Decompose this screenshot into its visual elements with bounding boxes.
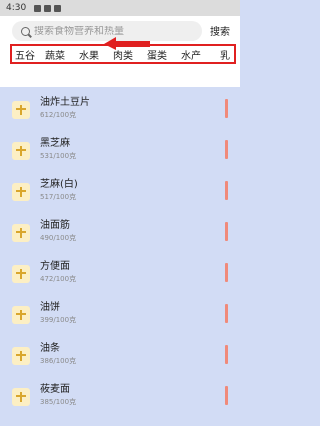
calorie-bar bbox=[225, 345, 228, 364]
list-item[interactable]: 芝麻(白) 517/100克 bbox=[0, 169, 240, 210]
food-icon bbox=[12, 142, 30, 160]
list-item[interactable]: 黑芝麻 531/100克 bbox=[0, 128, 240, 169]
calorie-bar bbox=[225, 140, 228, 159]
tab-eggs[interactable]: 蛋类 bbox=[140, 47, 174, 62]
food-calories: 531/100克 bbox=[40, 152, 77, 160]
food-icon bbox=[12, 306, 30, 324]
list-item[interactable]: 油炸土豆片 612/100克 bbox=[0, 87, 240, 128]
food-name: 油条 bbox=[40, 343, 60, 354]
tab-vegetables[interactable]: 蔬菜 bbox=[38, 47, 72, 62]
tab-meat[interactable]: 肉类 bbox=[106, 47, 140, 62]
food-icon bbox=[12, 183, 30, 201]
status-bar: 4:30 bbox=[0, 0, 240, 16]
list-item[interactable]: 方便面 472/100克 bbox=[0, 251, 240, 292]
tab-seafood[interactable]: 水产 bbox=[174, 47, 208, 62]
category-tabs: 五谷 蔬菜 水果 肉类 蛋类 水产 乳 bbox=[10, 44, 236, 64]
notification-icon bbox=[54, 4, 62, 12]
food-calories: 612/100克 bbox=[40, 111, 77, 119]
search-icon bbox=[21, 26, 30, 36]
food-calories: 517/100克 bbox=[40, 193, 77, 201]
food-name: 油炸土豆片 bbox=[40, 97, 90, 108]
list-item[interactable]: 莜麦面 385/100克 bbox=[0, 374, 240, 415]
food-calories: 490/100克 bbox=[40, 234, 77, 242]
food-icon bbox=[12, 347, 30, 365]
search-input[interactable] bbox=[34, 25, 194, 37]
tab-fruits[interactable]: 水果 bbox=[72, 47, 106, 62]
calorie-bar bbox=[225, 181, 228, 200]
food-calories: 386/100克 bbox=[40, 357, 77, 365]
status-icons bbox=[34, 4, 62, 12]
food-name: 油饼 bbox=[40, 302, 60, 313]
status-time: 4:30 bbox=[6, 3, 27, 13]
food-name: 方便面 bbox=[40, 261, 70, 272]
search-box[interactable] bbox=[12, 21, 202, 41]
list-item[interactable]: 油饼 399/100克 bbox=[0, 292, 240, 333]
food-icon bbox=[12, 224, 30, 242]
search-button[interactable]: 搜索 bbox=[210, 23, 230, 38]
calorie-bar bbox=[225, 99, 228, 118]
food-name: 莜麦面 bbox=[40, 384, 70, 395]
food-calories: 385/100克 bbox=[40, 398, 77, 406]
calorie-bar bbox=[225, 222, 228, 241]
header: 搜索 五谷 蔬菜 水果 肉类 蛋类 水产 乳 bbox=[0, 16, 240, 87]
food-name: 芝麻(白) bbox=[40, 179, 78, 190]
food-list: 油炸土豆片 612/100克 黑芝麻 531/100克 芝麻(白) 517/10… bbox=[0, 87, 240, 415]
calorie-bar bbox=[225, 386, 228, 405]
food-name: 黑芝麻 bbox=[40, 138, 70, 149]
image-icon bbox=[34, 4, 42, 12]
tab-dairy[interactable]: 乳 bbox=[208, 47, 234, 62]
tab-grains[interactable]: 五谷 bbox=[12, 47, 38, 62]
list-item[interactable]: 油条 386/100克 bbox=[0, 333, 240, 374]
list-item[interactable]: 油面筋 490/100克 bbox=[0, 210, 240, 251]
food-calories: 472/100克 bbox=[40, 275, 77, 283]
food-icon bbox=[12, 388, 30, 406]
food-icon bbox=[12, 265, 30, 283]
food-name: 油面筋 bbox=[40, 220, 70, 231]
food-icon bbox=[12, 101, 30, 119]
upload-icon bbox=[44, 4, 52, 12]
food-calories: 399/100克 bbox=[40, 316, 77, 324]
calorie-bar bbox=[225, 263, 228, 282]
calorie-bar bbox=[225, 304, 228, 323]
